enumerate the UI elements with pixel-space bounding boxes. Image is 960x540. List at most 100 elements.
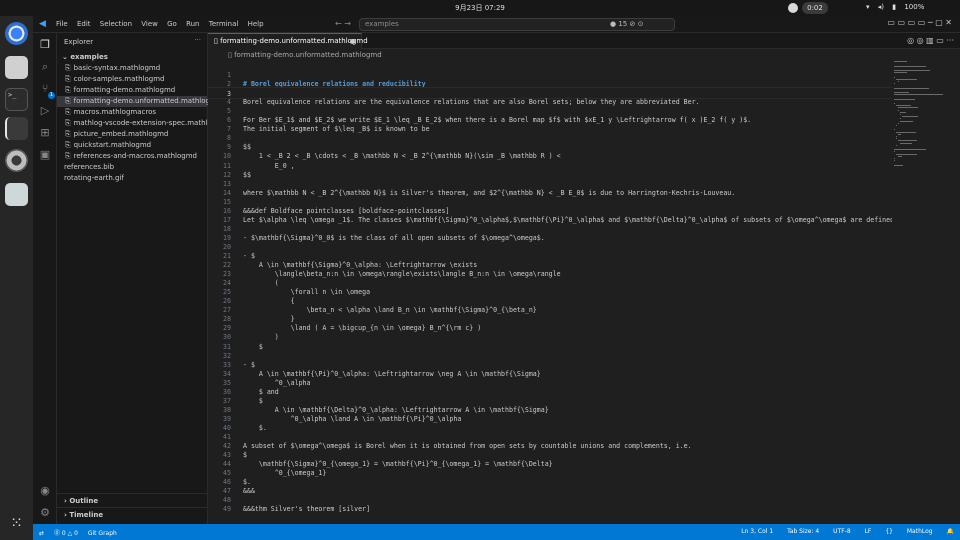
search-icon[interactable]: ⌕	[37, 59, 53, 75]
file-item[interactable]: ⎘ color-samples.mathlogmd	[57, 74, 207, 85]
git-graph-button[interactable]: Git Graph	[88, 530, 117, 537]
minimap-line	[894, 92, 909, 93]
chrome-icon[interactable]	[5, 22, 28, 45]
minimap-line	[894, 76, 895, 78]
tab-size[interactable]: Tab Size: 4	[787, 528, 819, 535]
explorer-more-icon[interactable]: ···	[194, 36, 201, 44]
volume-icon: ◂)	[877, 3, 884, 11]
file-label: references-and-macros.mathlogmd	[73, 152, 197, 160]
menu-terminal[interactable]: Terminal	[209, 20, 239, 28]
code-editor[interactable]: 1 2 # Borel equivalence relations and redu…	[208, 69, 892, 524]
minimap-line	[896, 153, 917, 155]
run-debug-icon[interactable]: ▷	[37, 103, 53, 119]
source-control-icon[interactable]: ⑂ 1	[37, 81, 55, 99]
language-mode[interactable]: {} MathLog	[885, 528, 932, 535]
file-item[interactable]: ⎘ mathlog-vscode-extension-spec.mathlogmd	[57, 118, 227, 129]
problems-count: 15	[618, 20, 628, 28]
problems-badge[interactable]: ● 15 ⊘ ⊙	[610, 19, 643, 30]
editor-scrollbar[interactable]	[952, 69, 960, 524]
network-icon: ▾	[866, 3, 870, 11]
minimap-line	[894, 164, 903, 166]
battery-icon: ▮	[892, 3, 897, 11]
recording-indicator[interactable]: 0:02	[802, 2, 828, 14]
system-top-bar: 9月23日 07:29 0:02 ▾ ◂) ▮ 100%	[0, 0, 960, 16]
system-tray[interactable]: ▾ ◂) ▮ 100%	[860, 3, 924, 11]
settings-app-icon[interactable]	[5, 149, 28, 172]
file-item[interactable]: rotating-earth.gif	[57, 173, 207, 184]
menu-go[interactable]: Go	[167, 20, 177, 28]
file-label: formatting-demo.mathlogmd	[73, 86, 176, 94]
file-item[interactable]: ⎘ formatting-demo.mathlogmd	[57, 85, 207, 96]
file-item[interactable]: references.bib	[57, 162, 207, 173]
minimap-line	[894, 83, 895, 85]
navigation-arrows[interactable]: ← →	[335, 19, 351, 28]
minimap-line	[894, 70, 930, 71]
vscode-icon[interactable]	[5, 117, 28, 140]
file-item[interactable]: ⎘ macros.mathlogmacros	[57, 107, 207, 118]
file-label: basic-syntax.mathlogmd	[73, 64, 161, 72]
account-icon[interactable]: ◉	[37, 483, 53, 499]
minimap-line	[894, 65, 927, 67]
file-item[interactable]: ⎘ formatting-demo.unformatted.mathlogmd	[57, 96, 221, 107]
menu-selection[interactable]: Selection	[100, 20, 132, 28]
menu-edit[interactable]: Edit	[77, 20, 91, 28]
timeline-section[interactable]: › Timeline	[57, 507, 207, 521]
folder-examples[interactable]: ⌄ examples	[62, 53, 108, 61]
line-text: &&&thm Silver's theorem [silver]	[243, 505, 371, 514]
editor-actions[interactable]: ◎ ◎ ▥ ▭ ···	[907, 36, 954, 45]
file-icon: ⎘	[65, 97, 71, 105]
cursor-position[interactable]: Ln 3, Col 1	[741, 528, 773, 535]
file-icon: ⎘	[65, 152, 71, 160]
minimap-line	[896, 144, 897, 146]
menu-file[interactable]: File	[56, 20, 68, 28]
problems-status[interactable]: ⓪ 0 △ 0	[54, 530, 78, 537]
terminal-icon[interactable]: >_	[5, 88, 28, 111]
unsaved-dot-icon[interactable]	[350, 39, 355, 44]
remote-indicator-icon[interactable]: ⇄	[39, 530, 44, 537]
show-apps-icon[interactable]: ⁙	[7, 514, 26, 533]
minimap-line	[894, 149, 926, 151]
battery-level: 100%	[904, 3, 925, 11]
menu-help[interactable]: Help	[248, 20, 264, 28]
menu-run[interactable]: Run	[186, 20, 199, 28]
tab-formatting-demo-unformatted[interactable]: ▯ formatting-demo.unformatted.mathlogmd	[208, 33, 368, 49]
breadcrumb[interactable]: ▯ formatting-demo.unformatted.mathlogmd	[228, 51, 382, 59]
minimap[interactable]	[894, 59, 952, 179]
outline-section[interactable]: › Outline	[57, 493, 207, 507]
menu-view[interactable]: View	[141, 20, 158, 28]
extensions-icon[interactable]: ⊞	[37, 125, 53, 141]
command-center-search[interactable]: examples ● 15 ⊘ ⊙	[359, 18, 675, 31]
window-controls[interactable]: ▭ ▭ ▭ ▭ ─ ▢ ✕	[887, 18, 952, 27]
vscode-logo-icon: ◀	[39, 19, 46, 29]
notifications-icon[interactable]: 🔔	[947, 528, 954, 535]
code-line[interactable]: 49 &&&thm Silver's theorem [silver]	[208, 503, 892, 515]
minimap-line	[898, 133, 901, 135]
file-icon: ⎘	[65, 108, 71, 116]
trash-icon[interactable]	[5, 183, 28, 206]
file-label: mathlog-vscode-extension-spec.mathlogmd	[73, 119, 228, 127]
minimap-line	[898, 140, 918, 142]
end-of-line[interactable]: LF	[865, 528, 872, 535]
minimap-line	[894, 87, 929, 89]
file-icon: ⎘	[65, 141, 71, 149]
file-label: formatting-demo.unformatted.mathlogmd	[73, 97, 222, 105]
file-label: references.bib	[64, 163, 115, 171]
files-icon[interactable]	[5, 56, 28, 79]
timeline-label: Timeline	[69, 511, 104, 519]
file-item[interactable]: ⎘ references-and-macros.mathlogmd	[57, 151, 207, 162]
file-icon: ⎘	[65, 75, 71, 83]
encoding[interactable]: UTF-8	[833, 528, 851, 535]
file-item[interactable]: ⎘ picture_embed.mathlogmd	[57, 129, 207, 140]
file-label: color-samples.mathlogmd	[73, 75, 165, 83]
file-item[interactable]: ⎘ basic-syntax.mathlogmd	[57, 63, 207, 74]
file-icon: ⎘	[65, 130, 71, 138]
explorer-icon[interactable]: ❐	[37, 37, 53, 53]
menu-bar: File Edit Selection View Go Run Terminal…	[56, 20, 271, 28]
scm-count-badge: 1	[47, 92, 55, 99]
file-label: quickstart.mathlogmd	[73, 141, 152, 149]
manage-gear-icon[interactable]: ⚙	[37, 505, 53, 521]
file-item[interactable]: ⎘ quickstart.mathlogmd	[57, 140, 207, 151]
minimap-line	[900, 111, 906, 113]
remote-explorer-icon[interactable]: ▣	[37, 147, 53, 163]
file-label: picture_embed.mathlogmd	[73, 130, 169, 138]
